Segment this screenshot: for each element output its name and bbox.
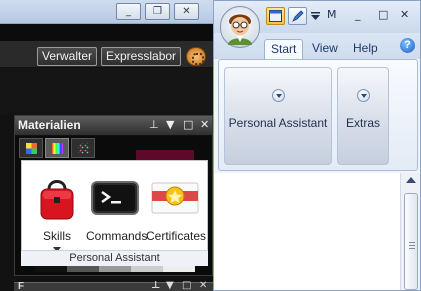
tab-color-swatch[interactable] — [45, 138, 69, 158]
commands-label: Commands — [86, 229, 148, 243]
maximize-button[interactable]: □ — [378, 8, 388, 21]
vertical-scrollbar[interactable] — [400, 173, 420, 290]
pen-tool-button[interactable] — [288, 7, 307, 25]
tab-view[interactable]: View — [306, 39, 344, 59]
verwalter-button[interactable]: Verwalter — [37, 47, 98, 66]
expresslabor-button[interactable]: Expresslabor — [101, 47, 182, 66]
chevron-down-icon — [357, 89, 370, 102]
dropdown-icon[interactable]: ▼ — [166, 118, 174, 131]
background-titlebar: _ ❐ ✕ — [0, 0, 213, 24]
panel-header: Materialien ⊥ ▼ □ ✕ — [15, 116, 212, 136]
window-toggle-button[interactable] — [266, 7, 285, 25]
panel-group-label: Personal Assistant — [21, 250, 208, 266]
materials-panel: Materialien ⊥ ▼ □ ✕ Skills Commands Cert… — [14, 115, 213, 276]
scroll-thumb[interactable] — [404, 193, 418, 290]
extras-group[interactable]: Extras — [337, 67, 389, 165]
bottom-panel-header: F ⊥ ▼ □ ✕ — [14, 280, 213, 291]
dots-icon — [78, 143, 89, 154]
restore-button[interactable]: ❐ — [145, 3, 170, 20]
bottom-panel-title: F — [18, 281, 25, 291]
close-button[interactable]: ✕ — [400, 8, 409, 21]
terminal-icon — [91, 181, 139, 215]
maximize-icon[interactable]: □ — [183, 118, 193, 131]
pin-icon[interactable]: ⊥ — [151, 280, 160, 291]
tab-help[interactable]: Help — [347, 39, 384, 59]
personal-assistant-group[interactable]: Personal Assistant — [224, 67, 332, 165]
certificate-icon — [151, 182, 199, 214]
window-title: M — [327, 8, 337, 21]
settings-orb-button[interactable] — [186, 47, 206, 66]
tab-start[interactable]: Start — [264, 39, 304, 59]
background-strip — [0, 24, 213, 41]
color-strip[interactable] — [35, 266, 195, 272]
materials-content: Skills Commands Certificates — [21, 160, 208, 264]
extras-label: Extras — [345, 116, 380, 130]
maximize-icon[interactable]: □ — [182, 280, 191, 291]
palette-icon — [26, 143, 37, 154]
close-icon[interactable]: ✕ — [200, 118, 209, 131]
grip-icon — [409, 242, 415, 249]
assistant-avatar-icon — [228, 14, 252, 45]
skills-label: Skills — [42, 229, 71, 243]
pin-icon[interactable]: ⊥ — [149, 118, 159, 131]
close-button[interactable]: ✕ — [174, 3, 199, 20]
quick-access-dropdown-icon[interactable] — [311, 12, 320, 21]
minimize-button[interactable]: _ — [116, 3, 141, 20]
ribbon-panel: Personal Assistant Extras — [218, 59, 418, 171]
ribbon-window: M _ □ ✕ Start View Help ? Personal Assis… — [213, 0, 421, 291]
dropdown-icon[interactable]: ▼ — [166, 280, 174, 291]
background-area — [0, 68, 213, 114]
minimize-button[interactable]: _ — [355, 8, 361, 21]
chevron-down-icon — [272, 89, 285, 102]
window-content — [214, 173, 400, 290]
tab-color-dots[interactable] — [71, 138, 95, 158]
swatch-icon — [52, 143, 63, 154]
panel-title: Materialien — [18, 118, 81, 132]
scroll-up-icon[interactable] — [406, 177, 416, 183]
red-bag-icon — [40, 180, 74, 220]
help-icon[interactable]: ? — [400, 38, 415, 53]
personal-assistant-label: Personal Assistant — [228, 116, 328, 130]
tab-color-palette[interactable] — [19, 138, 43, 158]
certificates-label: Certificates — [146, 229, 207, 243]
background-application: _ ❐ ✕ Verwalter Expresslabor Materialien… — [0, 0, 213, 291]
pen-icon — [292, 10, 304, 22]
window-icon — [269, 10, 282, 22]
close-icon[interactable]: ✕ — [199, 280, 207, 291]
application-menu-button[interactable] — [220, 6, 260, 48]
